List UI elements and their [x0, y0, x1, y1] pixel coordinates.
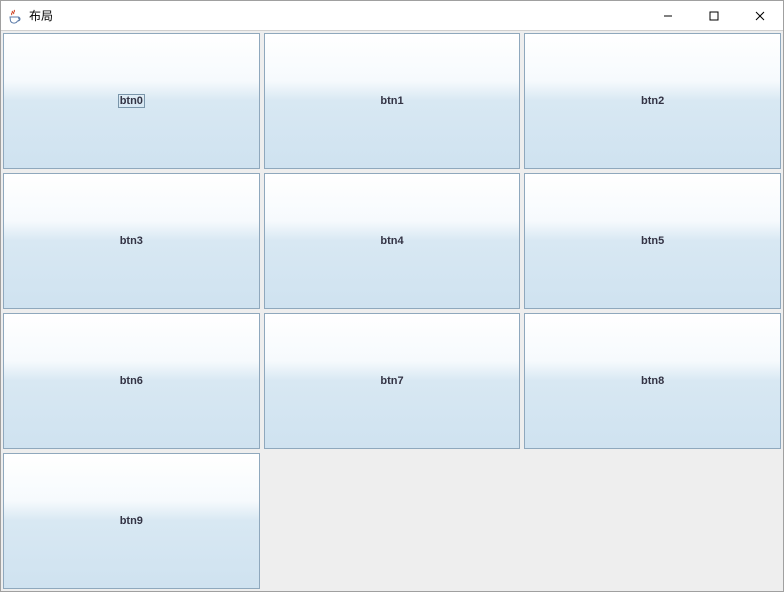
button-btn1[interactable]: btn1 [264, 33, 521, 169]
button-btn4[interactable]: btn4 [264, 173, 521, 309]
minimize-button[interactable] [645, 1, 691, 30]
button-label: btn9 [118, 514, 145, 528]
window-controls [645, 1, 783, 30]
button-label: btn1 [378, 94, 405, 108]
button-label: btn2 [639, 94, 666, 108]
button-btn2[interactable]: btn2 [524, 33, 781, 169]
maximize-button[interactable] [691, 1, 737, 30]
content-pane: btn0 btn1 btn2 btn3 btn4 btn5 btn6 btn7 … [1, 31, 783, 591]
button-btn9[interactable]: btn9 [3, 453, 260, 589]
window-title: 布局 [29, 7, 645, 24]
titlebar: 布局 [1, 1, 783, 31]
button-label: btn7 [378, 374, 405, 388]
button-label: btn5 [639, 234, 666, 248]
application-window: 布局 btn0 btn1 btn2 btn3 btn4 btn5 btn6 bt… [0, 0, 784, 592]
button-btn3[interactable]: btn3 [3, 173, 260, 309]
button-btn8[interactable]: btn8 [524, 313, 781, 449]
button-label: btn0 [118, 94, 145, 108]
button-btn6[interactable]: btn6 [3, 313, 260, 449]
button-label: btn4 [378, 234, 405, 248]
close-button[interactable] [737, 1, 783, 30]
button-btn5[interactable]: btn5 [524, 173, 781, 309]
java-icon [7, 8, 23, 24]
button-label: btn3 [118, 234, 145, 248]
button-btn0[interactable]: btn0 [3, 33, 260, 169]
button-label: btn6 [118, 374, 145, 388]
button-label: btn8 [639, 374, 666, 388]
button-btn7[interactable]: btn7 [264, 313, 521, 449]
